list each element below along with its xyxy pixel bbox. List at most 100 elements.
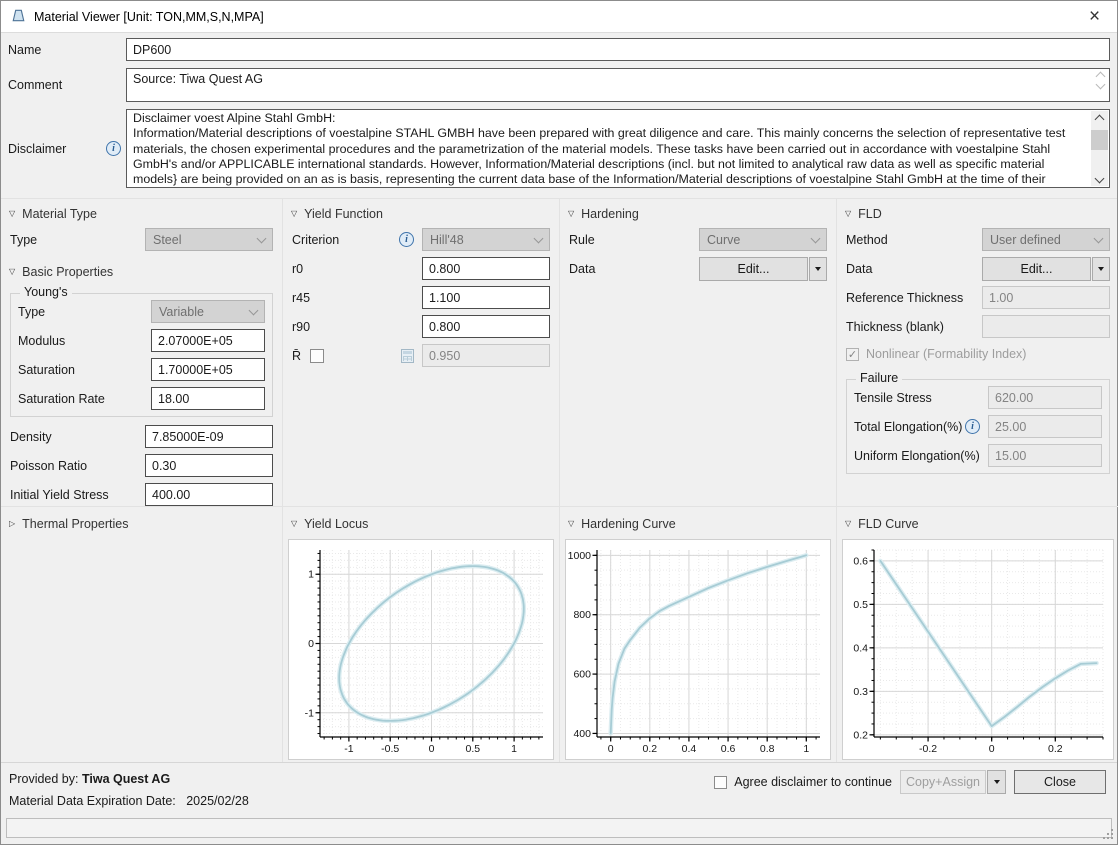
collapse-down-icon: ▽ [568,520,574,528]
provided-by: Provided by: Tiwa Quest AG [9,772,170,786]
collapse-down-icon: ▽ [291,520,297,528]
saturation-input[interactable]: 1.70000E+05 [151,358,265,381]
collapse-down-icon: ▽ [9,210,15,218]
scroll-down-icon [1095,80,1105,90]
disclaimer-scrollbar[interactable] [1091,111,1108,186]
svg-text:0.6: 0.6 [721,743,736,755]
nonlinear-checkbox [846,348,859,361]
criterion-label: Criterion [292,233,399,247]
material-icon [11,8,26,26]
caret-down-icon [1098,267,1104,271]
scroll-down-button[interactable] [1091,170,1108,186]
rule-label: Rule [569,233,699,247]
thickness-blank-label: Thickness (blank) [846,320,982,334]
section-hardening[interactable]: ▽ Hardening [560,201,836,225]
column-yield: ▽ Yield Function Criterion i Hill'48 r0 … [282,199,559,762]
svg-text:1: 1 [511,743,517,755]
column-fld: ▽ FLD Method User defined Data Edit... R… [836,199,1118,762]
svg-text:0: 0 [989,743,995,755]
section-fld-curve[interactable]: ▽ FLD Curve [837,507,1118,535]
hardening-edit-button[interactable]: Edit... [699,257,808,281]
rbar-checkbox[interactable] [310,349,324,363]
column-hardening: ▽ Hardening Rule Curve Data Edit... ▽ [559,199,836,762]
section-yield-function[interactable]: ▽ Yield Function [283,201,559,225]
r0-label: r0 [292,262,422,276]
comment-input[interactable]: Source: Tiwa Quest AG [126,68,1110,102]
modulus-label: Modulus [18,334,151,348]
criterion-info-icon[interactable]: i [399,232,414,247]
hardening-edit-dropdown[interactable] [809,257,827,281]
column-material: ▽ Material Type Type Steel ▽ Basic Prope… [1,199,282,762]
initial-yield-stress-input[interactable]: 400.00 [145,483,273,506]
resize-grip-icon[interactable] [1103,829,1113,839]
svg-text:0.6: 0.6 [853,555,868,567]
svg-text:0.8: 0.8 [760,743,775,755]
disclaimer-textarea[interactable]: Disclaimer voest Alpine Stahl GmbH: Info… [126,109,1110,188]
r90-label: r90 [292,320,422,334]
svg-text:-0.2: -0.2 [919,743,937,755]
agree-disclaimer-label: Agree disclaimer to continue [734,775,892,789]
svg-text:0.4: 0.4 [682,743,697,755]
poisson-ratio-label: Poisson Ratio [10,459,145,473]
chevron-down-icon [249,306,259,316]
main-grid: ▽ Material Type Type Steel ▽ Basic Prope… [1,198,1117,762]
svg-text:0: 0 [608,743,614,755]
chevron-down-icon [811,234,821,244]
youngs-groupbox: Young's Type Variable Modulus 2.07000E+0… [10,293,273,417]
r45-input[interactable]: 1.100 [422,286,550,309]
svg-text:600: 600 [573,669,591,681]
section-material-type[interactable]: ▽ Material Type [1,201,282,225]
section-thermal-properties[interactable]: ▷ Thermal Properties [1,507,282,535]
section-fld[interactable]: ▽ FLD [837,201,1118,225]
total-elongation-info-icon[interactable]: i [965,419,980,434]
svg-text:0.5: 0.5 [853,599,868,611]
copy-assign-dropdown[interactable] [987,770,1006,794]
saturation-rate-input[interactable]: 18.00 [151,387,265,410]
disclaimer-label: Disclaimer i [8,141,126,156]
svg-text:-1: -1 [344,743,353,755]
agree-disclaimer-checkbox[interactable] [714,776,727,789]
disclaimer-info-icon[interactable]: i [106,141,121,156]
expiration-date: Material Data Expiration Date: 2025/02/2… [9,794,249,808]
saturation-label: Saturation [18,363,151,377]
svg-text:0.2: 0.2 [853,729,868,741]
fld-curve-chart: -0.200.20.20.30.40.50.6 [842,539,1114,760]
close-button[interactable]: Close [1014,770,1106,794]
collapse-down-icon: ▽ [291,210,297,218]
section-basic-properties[interactable]: ▽ Basic Properties [1,259,282,283]
name-input[interactable]: DP600 [126,38,1110,61]
top-form: Name DP600 Comment Source: Tiwa Quest AG… [1,33,1117,198]
svg-text:0.4: 0.4 [853,642,868,654]
r90-input[interactable]: 0.800 [422,315,550,338]
thickness-blank-input [982,315,1110,338]
fld-edit-button[interactable]: Edit... [982,257,1091,281]
section-hardening-curve[interactable]: ▽ Hardening Curve [560,507,836,535]
density-input[interactable]: 7.85000E-09 [145,425,273,448]
saturation-rate-label: Saturation Rate [18,392,151,406]
total-elongation-input: 25.00 [988,415,1102,438]
youngs-type-dropdown: Variable [151,300,265,323]
youngs-type-label: Type [18,305,151,319]
caret-down-icon [815,267,821,271]
status-bar [6,818,1112,838]
poisson-ratio-input[interactable]: 0.30 [145,454,273,477]
initial-yield-stress-label: Initial Yield Stress [10,488,145,502]
density-label: Density [10,430,145,444]
scroll-track[interactable] [1091,127,1108,170]
fld-edit-dropdown[interactable] [1092,257,1110,281]
scroll-up-button[interactable] [1091,111,1108,127]
close-icon[interactable]: × [1072,1,1117,32]
r0-input[interactable]: 0.800 [422,257,550,280]
comment-scrollbar[interactable] [1092,70,1108,88]
scroll-thumb[interactable] [1091,130,1108,150]
svg-text:0.3: 0.3 [853,686,868,698]
reference-thickness-label: Reference Thickness [846,291,982,305]
svg-text:-0.5: -0.5 [381,743,399,755]
section-yield-locus[interactable]: ▽ Yield Locus [283,507,559,535]
svg-text:1000: 1000 [568,550,592,562]
collapse-right-icon: ▷ [9,520,15,528]
uniform-elongation-label: Uniform Elongation(%) [854,449,988,463]
collapse-down-icon: ▽ [9,268,15,276]
modulus-input[interactable]: 2.07000E+05 [151,329,265,352]
rbar-label: R̄ [292,349,301,363]
